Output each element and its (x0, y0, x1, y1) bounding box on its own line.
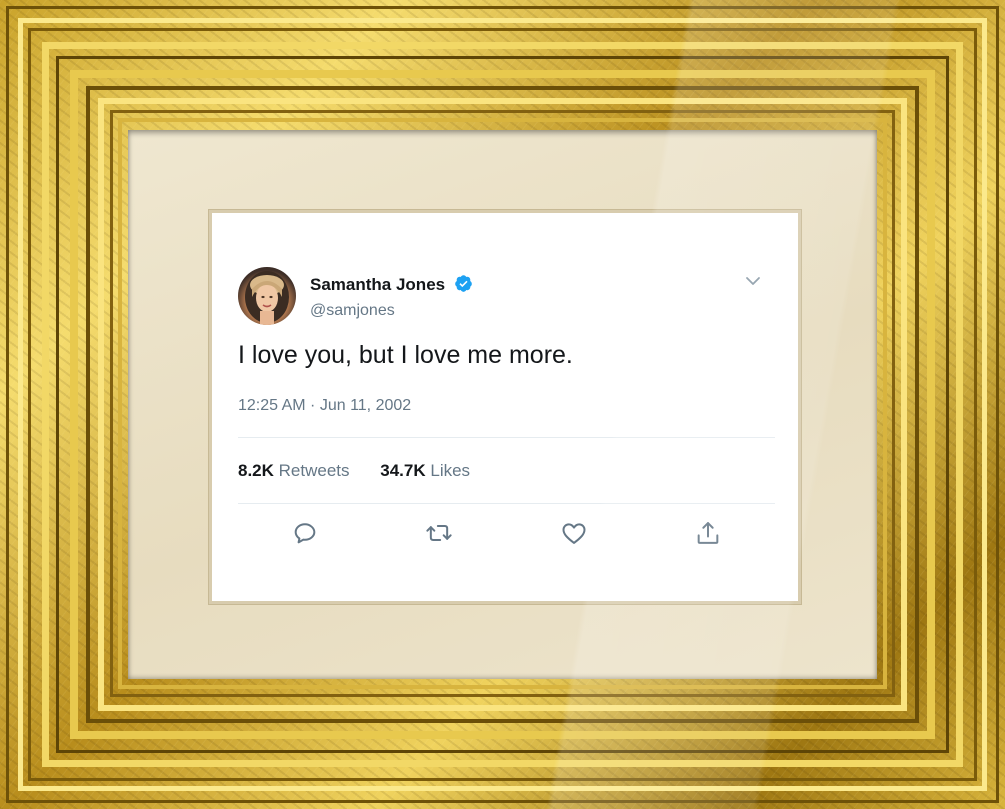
tweet-text: I love you, but I love me more. (238, 341, 573, 369)
likes-stat[interactable]: 34.7K Likes (380, 461, 470, 480)
display-name-text: Samantha Jones (310, 275, 446, 294)
divider (238, 503, 775, 504)
likes-label: Likes (430, 461, 471, 480)
retweets-label: Retweets (278, 461, 350, 480)
retweets-count: 8.2K (238, 461, 274, 480)
avatar-portrait (245, 271, 289, 325)
divider (238, 437, 775, 438)
retweets-stat[interactable]: 8.2K Retweets (238, 461, 350, 480)
verified-badge-icon (455, 275, 472, 292)
heart-icon[interactable] (560, 519, 588, 547)
tweet-timestamp[interactable]: 12:25 AM · Jun 11, 2002 (238, 397, 411, 415)
reply-icon[interactable] (291, 519, 319, 547)
tweet-card: Samantha Jones @samjones I love you, but… (212, 213, 798, 601)
display-name[interactable]: Samantha Jones (310, 274, 473, 295)
user-handle[interactable]: @samjones (310, 302, 395, 320)
likes-count: 34.7K (380, 461, 426, 480)
chevron-down-icon[interactable] (745, 273, 761, 289)
avatar[interactable] (238, 267, 296, 325)
share-icon[interactable] (694, 519, 722, 547)
retweet-icon[interactable] (425, 519, 453, 547)
tweet-stats: 8.2K Retweets 34.7K Likes (238, 461, 496, 481)
